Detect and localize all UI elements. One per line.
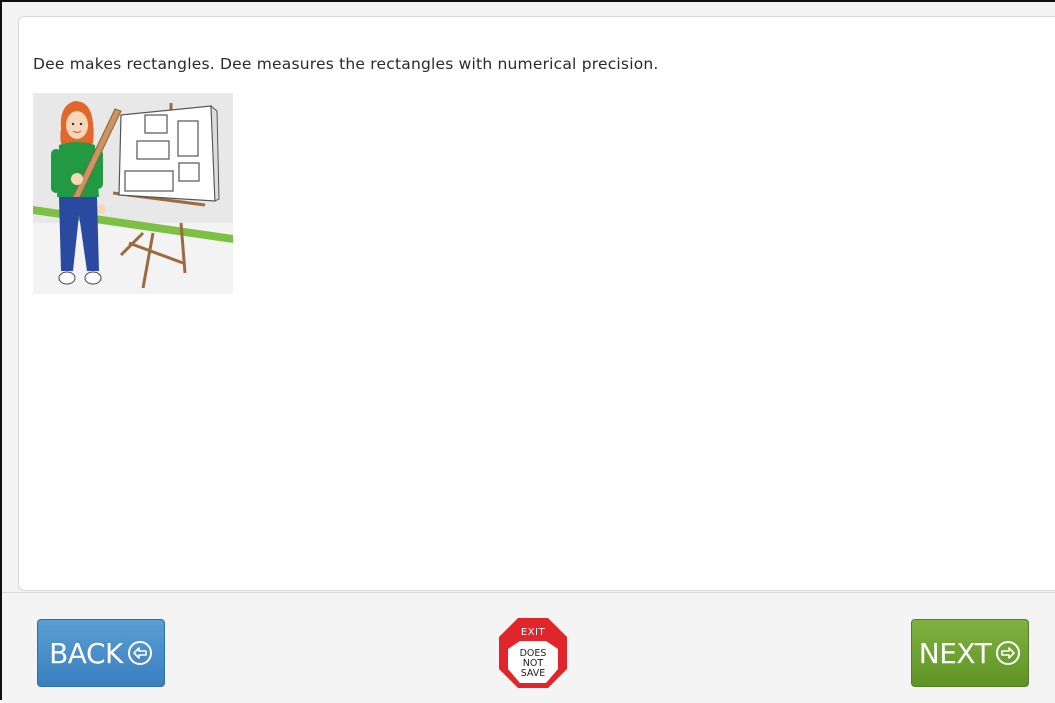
illustration-svg xyxy=(33,93,233,294)
arrow-right-circle-icon xyxy=(996,641,1021,665)
next-label: NEXT xyxy=(918,636,992,670)
does-not-save-label: DOES NOT SAVE xyxy=(498,649,568,679)
footer-bar: BACK EXIT DOES NOT SAVE NEXT xyxy=(2,592,1055,703)
app-frame: Dee makes rectangles. Dee measures the r… xyxy=(0,0,1055,703)
back-label: BACK xyxy=(49,636,123,670)
content-card: Dee makes rectangles. Dee measures the r… xyxy=(18,16,1055,591)
arrow-left-circle-icon xyxy=(127,641,152,665)
girl-with-ruler-and-easel-image xyxy=(33,93,233,294)
exit-does-not-save-button[interactable]: EXIT DOES NOT SAVE xyxy=(498,617,568,689)
prompt-text: Dee makes rectangles. Dee measures the r… xyxy=(33,55,659,73)
back-button[interactable]: BACK xyxy=(37,619,165,687)
exit-line-3: SAVE xyxy=(520,668,546,679)
exit-label: EXIT xyxy=(520,627,546,638)
next-button[interactable]: NEXT xyxy=(911,619,1029,687)
